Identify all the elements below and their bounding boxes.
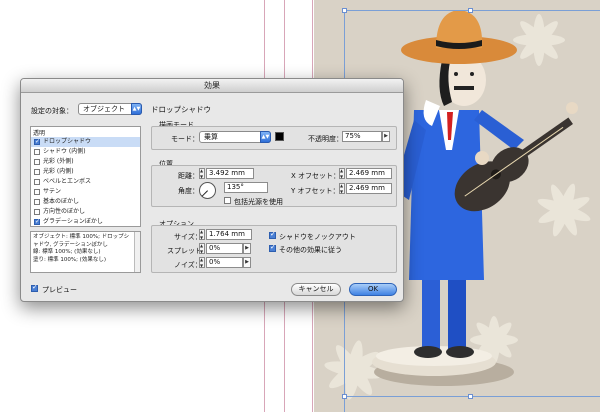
global-light-label: 包括光源を使用 — [234, 198, 283, 206]
honor-effects-checkbox[interactable] — [269, 243, 276, 252]
effects-list-header: 透明 — [33, 130, 46, 137]
noise-popup-button[interactable]: ▶ — [243, 257, 251, 268]
summary-scrollbar[interactable] — [134, 232, 140, 272]
target-select-value: オブジェクト — [83, 105, 125, 113]
effect-label: サテン — [43, 188, 62, 195]
target-select[interactable]: オブジェクト ▲▼ — [78, 103, 142, 115]
chevron-updown-icon: ▲▼ — [131, 103, 142, 115]
selection-handle[interactable] — [468, 394, 473, 399]
target-label: 設定の対象： — [31, 107, 73, 115]
effect-checkbox[interactable] — [34, 169, 40, 175]
effect-label: 方向性のぼかし — [43, 208, 86, 215]
selection-handle[interactable] — [468, 8, 473, 13]
effect-label: ドロップシャドウ — [43, 138, 92, 145]
size-stepper[interactable] — [199, 229, 205, 240]
effect-label: グラデーションぼかし — [43, 218, 103, 225]
knockout-checkbox[interactable] — [269, 230, 276, 239]
effect-checkbox[interactable] — [34, 159, 40, 165]
opacity-field[interactable]: 75% — [342, 131, 382, 142]
effect-label: 光彩 (外側) — [43, 158, 74, 165]
chevron-updown-icon: ▲▼ — [260, 131, 271, 143]
angle-field[interactable]: 135° — [224, 182, 268, 193]
noise-field[interactable]: 0% — [206, 257, 243, 268]
spread-popup-button[interactable]: ▶ — [243, 243, 251, 254]
x-offset-label: X オフセット： — [291, 172, 341, 180]
distance-label: 距離： — [178, 172, 199, 180]
ok-button[interactable]: OK — [349, 283, 397, 296]
size-field[interactable]: 1.764 mm — [206, 229, 252, 240]
effect-label: 基本のぼかし — [43, 198, 80, 205]
effect-label: ベベルとエンボス — [43, 178, 92, 185]
angle-label: 角度： — [178, 187, 199, 195]
effects-dialog: 効果 設定の対象： オブジェクト ▲▼ 透明 ドロップシャドウシャドウ (内側)… — [20, 78, 404, 302]
mode-select-value: 乗算 — [204, 133, 218, 141]
x-offset-field[interactable]: 2.469 mm — [346, 168, 392, 179]
distance-stepper[interactable] — [199, 168, 205, 179]
x-offset-stepper[interactable] — [339, 168, 345, 179]
mode-label: モード： — [171, 135, 199, 143]
effect-item[interactable]: サテン — [31, 187, 140, 197]
effect-item[interactable]: 光彩 (内側) — [31, 167, 140, 177]
effect-checkbox[interactable] — [34, 149, 40, 155]
effect-checkbox[interactable] — [34, 189, 40, 195]
size-label: サイズ： — [174, 233, 202, 241]
summary-line: 塗り: 標準 100%; (効果なし) — [33, 256, 106, 263]
effect-label: 光彩 (内側) — [43, 168, 74, 175]
effect-item[interactable]: ベベルとエンボス — [31, 177, 140, 187]
preview-checkbox[interactable] — [31, 283, 38, 292]
effect-item[interactable]: 基本のぼかし — [31, 197, 140, 207]
summary-line: 線: 標準 100%; (効果なし) — [33, 249, 101, 255]
global-light-checkbox[interactable] — [224, 197, 231, 204]
effects-list: 透明 ドロップシャドウシャドウ (内側) 光彩 (外側) 光彩 (内側) ベベルとエン… — [30, 126, 141, 227]
angle-dial[interactable] — [199, 182, 216, 199]
effects-summary-text: オブジェクト: 標準 100%; ドロップシャドウ, グラデーションぼかし 線: … — [33, 234, 132, 264]
y-offset-stepper[interactable] — [339, 183, 345, 194]
distance-field[interactable]: 3.492 mm — [206, 168, 254, 179]
shadow-color-swatch[interactable] — [275, 132, 284, 141]
effect-item[interactable]: ドロップシャドウ — [31, 137, 140, 147]
effect-item[interactable]: グラデーションぼかし — [31, 217, 140, 227]
section-title: ドロップシャドウ — [151, 105, 211, 114]
spread-stepper[interactable] — [199, 243, 205, 254]
effect-checkbox[interactable] — [34, 199, 40, 205]
y-offset-label: Y オフセット： — [291, 187, 340, 195]
noise-stepper[interactable] — [199, 257, 205, 268]
effects-summary: オブジェクト: 標準 100%; ドロップシャドウ, グラデーションぼかし 線: … — [30, 231, 141, 273]
opacity-popup-button[interactable]: ▶ — [382, 131, 390, 142]
summary-line: オブジェクト: 標準 100%; ドロップシャドウ, グラデーションぼかし — [33, 234, 130, 248]
mode-select[interactable]: 乗算 ▲▼ — [199, 131, 271, 143]
effect-checkbox[interactable] — [34, 137, 40, 147]
honor-effects-label: その他の効果に従う — [279, 246, 342, 254]
preview-label: プレビュー — [42, 286, 77, 294]
selection-handle[interactable] — [342, 394, 347, 399]
opacity-label: 不透明度： — [308, 135, 343, 143]
cancel-button[interactable]: キャンセル — [291, 283, 341, 296]
effect-item[interactable]: 方向性のぼかし — [31, 207, 140, 217]
dialog-title: 効果 — [21, 79, 403, 93]
knockout-label: シャドウをノックアウト — [279, 233, 356, 241]
effect-item[interactable]: 光彩 (外側) — [31, 157, 140, 167]
noise-label: ノイズ： — [174, 261, 202, 269]
effect-checkbox[interactable] — [34, 209, 40, 215]
y-offset-field[interactable]: 2.469 mm — [346, 183, 392, 194]
selection-handle[interactable] — [342, 8, 347, 13]
effect-item[interactable]: シャドウ (内側) — [31, 147, 140, 157]
effect-checkbox[interactable] — [34, 179, 40, 185]
effect-checkbox[interactable] — [34, 217, 40, 227]
effect-label: シャドウ (内側) — [43, 148, 86, 155]
spread-field[interactable]: 0% — [206, 243, 243, 254]
